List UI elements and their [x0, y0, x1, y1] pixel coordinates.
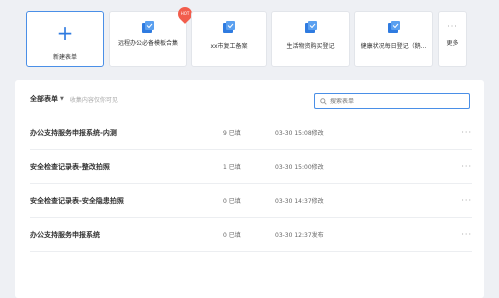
form-time: 03-30 14:37修改 — [275, 198, 324, 205]
row-more-icon[interactable]: ··· — [461, 162, 472, 171]
forms-toolbar: 全部表单 ▼ 收集内容仅你可见 — [30, 94, 118, 104]
more-label: 更多 — [446, 40, 459, 47]
template-icon — [304, 21, 317, 33]
template-tile-supplies[interactable]: 生活物资购买登记 — [271, 11, 350, 67]
form-name[interactable]: 办公支持服务申报系统 — [30, 230, 100, 240]
form-time: 03-30 12:37发布 — [275, 232, 324, 239]
template-icon — [387, 21, 400, 33]
template-icon — [223, 21, 235, 33]
new-form-label: 新建表单 — [52, 54, 77, 61]
search-box[interactable] — [314, 93, 470, 109]
privacy-hint: 收集内容仅你可见 — [69, 96, 118, 104]
more-dots-icon: ··· — [447, 22, 458, 31]
more-templates-tile[interactable]: ··· 更多 — [438, 11, 467, 67]
form-name[interactable]: 安全检查记录表-整改拍照 — [30, 162, 110, 172]
search-input[interactable] — [330, 97, 460, 105]
form-name[interactable]: 安全检查记录表-安全隐患拍照 — [30, 196, 124, 206]
template-icon — [142, 21, 154, 33]
plus-icon: + — [56, 21, 74, 45]
template-tile-remote-office[interactable]: HOT 远程办公必备模板合集 — [109, 4, 195, 67]
form-row[interactable]: 安全检查记录表-整改拍照 1 已填 03-30 15:00修改 ··· — [30, 150, 472, 184]
form-time: 03-30 15:08修改 — [275, 130, 324, 137]
all-forms-dropdown[interactable]: 全部表单 — [30, 94, 58, 104]
template-tile-health[interactable]: 健康状况每日登记（鹅... — [354, 11, 433, 67]
search-icon — [320, 97, 327, 105]
form-row[interactable]: 办公支持服务申报系统-内测 9 已填 03-30 15:08修改 ··· — [30, 116, 472, 150]
forms-panel: 全部表单 ▼ 收集内容仅你可见 办公支持服务申报系统-内测 9 已填 03-30… — [15, 80, 484, 298]
form-count: 0 已填 — [223, 198, 241, 205]
row-more-icon[interactable]: ··· — [461, 128, 472, 137]
form-row[interactable]: 办公支持服务申报系统 0 已填 03-30 12:37发布 ··· — [30, 218, 472, 252]
row-more-icon[interactable]: ··· — [461, 196, 472, 205]
new-form-tile[interactable]: + 新建表单 — [26, 11, 104, 67]
form-count: 0 已填 — [223, 232, 241, 239]
form-name[interactable]: 办公支持服务申报系统-内测 — [30, 128, 117, 138]
template-tile-city-filing[interactable]: xx市复工备案 — [191, 11, 267, 67]
form-count: 1 已填 — [223, 164, 241, 171]
caret-down-icon[interactable]: ▼ — [60, 96, 64, 102]
form-row[interactable]: 安全检查记录表-安全隐患拍照 0 已填 03-30 14:37修改 ··· — [30, 184, 472, 218]
template-label: 远程办公必备模板合集 — [118, 40, 179, 47]
form-time: 03-30 15:00修改 — [275, 164, 324, 171]
template-label: xx市复工备案 — [210, 43, 248, 50]
form-count: 9 已填 — [223, 130, 241, 137]
row-more-icon[interactable]: ··· — [461, 230, 472, 239]
template-label: 健康状况每日登记（鹅... — [360, 43, 427, 50]
template-label: 生活物资购买登记 — [286, 43, 335, 50]
